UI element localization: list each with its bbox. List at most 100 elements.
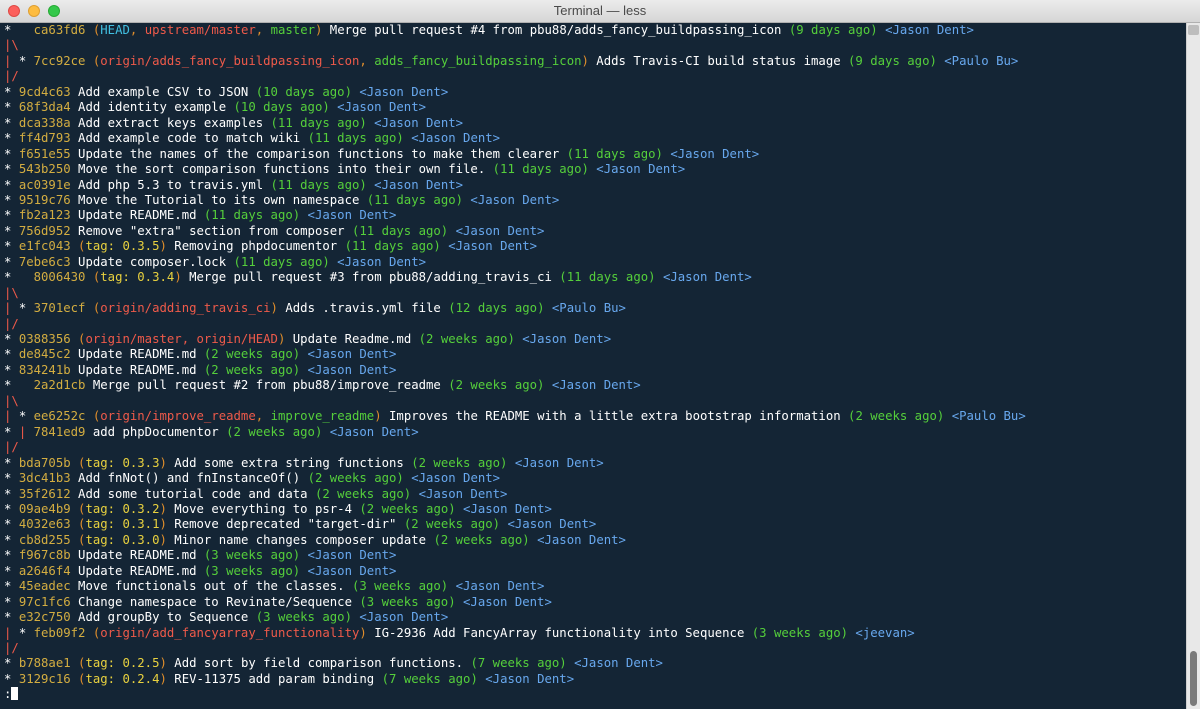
log-text: <Jason Dent>: [300, 548, 397, 563]
log-text: ,: [255, 409, 271, 424]
log-text: <Jason Dent>: [588, 162, 686, 177]
log-text: 4032e63: [18, 517, 71, 532]
log-text: ): [159, 501, 167, 516]
log-line: * 35f2612 Add some tutorial code and dat…: [4, 487, 507, 502]
log-text: Merge pull request #3 from pbu88/adding_…: [181, 270, 560, 285]
log-text: Add some tutorial code and data: [70, 486, 315, 501]
log-text: *: [4, 223, 19, 238]
log-text: *: [4, 100, 19, 115]
log-text: *: [4, 424, 19, 439]
log-text: (10 days ago): [255, 84, 352, 99]
log-text: *: [4, 548, 19, 563]
log-text: ): [159, 671, 167, 686]
scroll-up-arrow-icon[interactable]: [1188, 25, 1199, 35]
log-text: <Jason Dent>: [500, 517, 597, 532]
log-line: * 9519c76 Move the Tutorial to its own n…: [4, 193, 559, 208]
log-text: Update README.md: [70, 548, 204, 563]
log-text: |: [4, 625, 19, 640]
log-text: <Jason Dent>: [440, 239, 538, 254]
log-text: *: [4, 192, 19, 207]
log-text: (2 weeks ago): [418, 332, 515, 346]
log-text: improve_readme: [270, 409, 375, 424]
log-text: tag: 0.2.5: [85, 656, 160, 671]
log-text: Add example CSV to JSON: [70, 84, 256, 99]
log-text: <Jason Dent>: [448, 223, 545, 238]
log-text: 756d952: [18, 223, 71, 238]
log-line: * ff4d793 Add example code to match wiki…: [4, 131, 500, 146]
log-text: origin/adds_fancy_buildpassing_icon: [100, 53, 360, 68]
log-text: (11 days ago): [559, 270, 656, 285]
log-line: * fb2a123 Update README.md (11 days ago)…: [4, 208, 396, 223]
log-text: *: [4, 347, 19, 362]
log-text: (: [70, 517, 86, 532]
log-text: *: [4, 579, 19, 594]
log-text: Add example code to match wiki: [70, 131, 308, 146]
scrollbar-thumb[interactable]: [1190, 651, 1197, 706]
log-line: |\: [4, 286, 19, 301]
log-text: |: [4, 301, 19, 316]
log-text: <Jason Dent>: [566, 656, 663, 671]
log-text: ): [159, 656, 167, 671]
log-text: (: [85, 53, 101, 68]
log-text: Merge pull request #2 from pbu88/improve…: [85, 378, 449, 393]
log-text: 09ae4b9: [18, 501, 71, 516]
log-text: 97c1fc6: [18, 594, 71, 609]
log-text: (2 weeks ago): [433, 532, 530, 547]
log-text: Update composer.lock: [70, 254, 234, 269]
log-line: * a2646f4 Update README.md (3 weeks ago)…: [4, 564, 396, 579]
log-line: * 9cd4c63 Add example CSV to JSON (10 da…: [4, 85, 448, 100]
log-line: * 97c1fc6 Change namespace to Revinate/S…: [4, 595, 552, 610]
log-text: <Jason Dent>: [455, 594, 552, 609]
log-text: IG-2936 Add FancyArray functionality int…: [366, 625, 752, 640]
log-text: Removing phpdocumentor: [166, 239, 345, 254]
log-text: tag: 0.2.4: [85, 671, 160, 686]
log-text: bda705b: [18, 455, 71, 470]
log-text: (: [70, 656, 86, 671]
log-text: (12 days ago): [448, 301, 545, 316]
log-text: <Jason Dent>: [300, 563, 397, 578]
log-text: <Jason Dent>: [448, 579, 545, 594]
log-text: *: [4, 115, 19, 130]
log-text: f651e55: [18, 146, 71, 161]
log-text: ): [159, 455, 167, 470]
log-text: <Jason Dent>: [662, 146, 760, 161]
log-text: *: [18, 53, 34, 68]
less-prompt[interactable]: :: [4, 687, 19, 702]
log-text: Update Readme.md: [285, 332, 419, 346]
log-text: (: [85, 270, 101, 285]
terminal-output[interactable]: * ca63fd6 (HEAD, upstream/master, master…: [0, 23, 1186, 709]
log-text: *: [4, 517, 19, 532]
log-text: *: [4, 254, 19, 269]
log-text: <Jason Dent>: [455, 501, 552, 516]
log-text: ): [359, 625, 367, 640]
log-text: 3dc41b3: [18, 471, 71, 486]
log-text: <Jason Dent>: [463, 192, 560, 207]
log-text: (: [85, 23, 101, 37]
log-text: |/: [4, 641, 19, 655]
log-line: * 8006430 (tag: 0.3.4) Merge pull reques…: [4, 270, 752, 285]
log-text: Remove deprecated "target-dir": [166, 517, 404, 532]
log-text: tag: 0.3.5: [85, 239, 160, 254]
log-text: upstream/master: [144, 23, 256, 37]
log-text: *: [18, 301, 34, 316]
log-text: <Jason Dent>: [507, 455, 604, 470]
log-text: Merge pull request #4 from pbu88/adds_fa…: [322, 23, 789, 37]
log-text: *: [4, 563, 19, 578]
log-text: (7 weeks ago): [381, 671, 478, 686]
log-line: * bda705b (tag: 0.3.3) Add some extra st…: [4, 456, 604, 471]
log-text: ): [159, 239, 167, 254]
title-bar[interactable]: Terminal — less: [0, 0, 1200, 23]
terminal-window: Terminal — less * ca63fd6 (HEAD, upstrea…: [0, 0, 1200, 709]
log-text: (11 days ago): [344, 239, 441, 254]
log-text: (: [70, 332, 86, 346]
log-text: *: [4, 131, 19, 146]
vertical-scrollbar[interactable]: [1186, 23, 1200, 709]
log-text: <Jason Dent>: [322, 424, 419, 439]
log-text: <Jason Dent>: [403, 131, 501, 146]
window-title: Terminal — less: [553, 3, 647, 18]
log-text: ,: [255, 23, 271, 37]
log-text: (2 weeks ago): [403, 517, 501, 532]
log-line: * f651e55 Update the names of the compar…: [4, 147, 759, 162]
log-text: |: [18, 424, 34, 439]
log-text: (2 weeks ago): [203, 347, 301, 362]
